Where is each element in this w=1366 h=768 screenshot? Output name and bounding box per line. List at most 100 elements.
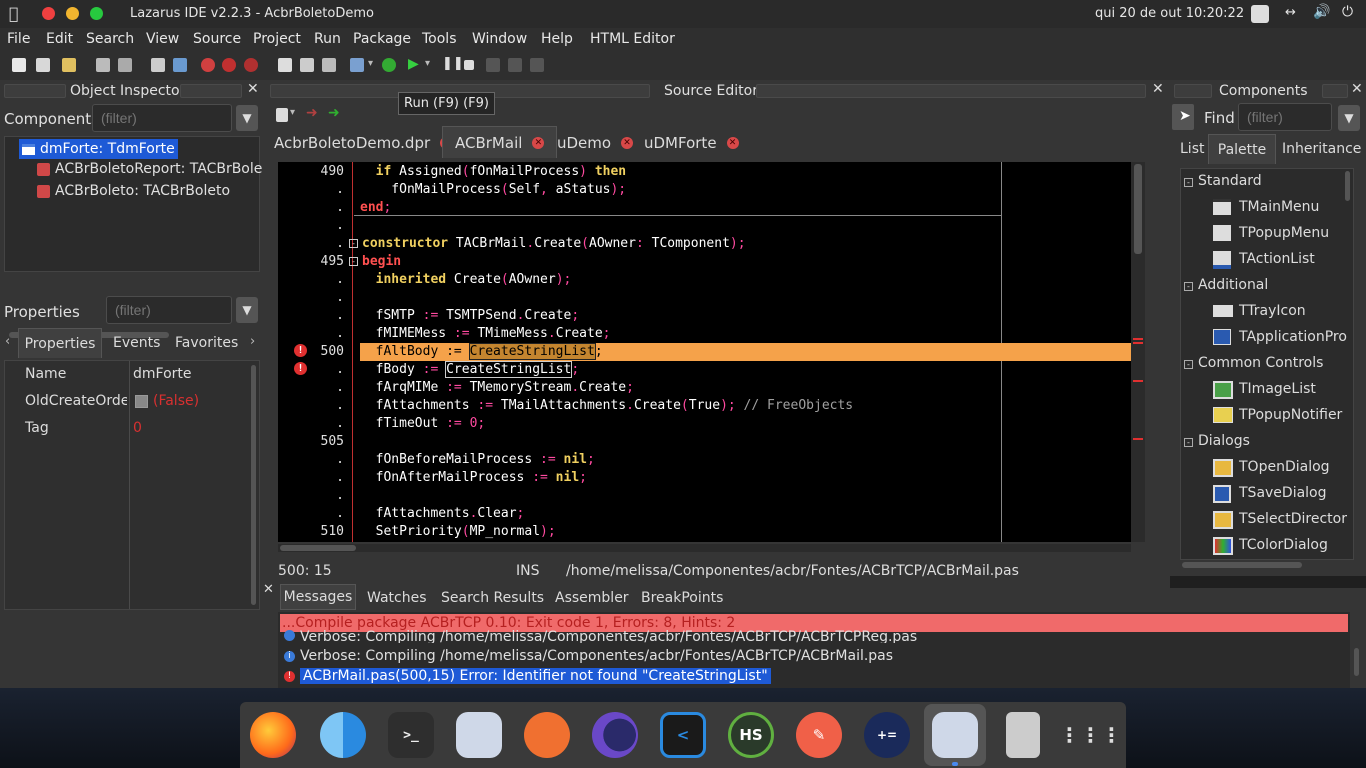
- editor-hscrollbar[interactable]: [278, 544, 1131, 552]
- terminal-icon[interactable]: >_: [388, 712, 434, 758]
- view-units-icon[interactable]: [278, 58, 292, 72]
- group-collapse-icon[interactable]: -: [1184, 178, 1193, 187]
- message-row[interactable]: i Verbose: Compiling /home/melissa/Compon…: [284, 648, 893, 664]
- minimize-window-button[interactable]: [66, 7, 79, 20]
- tab-search-results[interactable]: Search Results: [441, 590, 544, 606]
- eclipse-icon[interactable]: [592, 712, 638, 758]
- message-row[interactable]: Verbose: Compiling /home/melissa/Compone…: [284, 629, 917, 643]
- menu-html-editor[interactable]: HTML Editor: [590, 31, 675, 47]
- tab-properties[interactable]: Properties: [18, 328, 102, 358]
- firefox-icon[interactable]: [250, 712, 296, 758]
- stop-icon[interactable]: [464, 60, 474, 70]
- tab-list[interactable]: List: [1180, 141, 1204, 157]
- property-value[interactable]: (False): [153, 393, 199, 409]
- new-unit-icon[interactable]: [12, 58, 26, 72]
- save-all-icon[interactable]: [118, 58, 132, 72]
- remove-from-project-icon[interactable]: [222, 58, 236, 72]
- message-row-error[interactable]: ! ACBrMail.pas(500,15) Error: Identifier …: [284, 668, 771, 684]
- lazarus-icon[interactable]: [456, 712, 502, 758]
- fold-icon[interactable]: -: [349, 257, 358, 266]
- new-form-icon[interactable]: [36, 58, 50, 72]
- pen-icon[interactable]: ✎: [796, 712, 842, 758]
- options-icon[interactable]: [173, 58, 187, 72]
- maximize-window-button[interactable]: [90, 7, 103, 20]
- build-modes-dropdown-icon[interactable]: ▾: [368, 58, 373, 69]
- menu-run[interactable]: Run: [314, 31, 341, 47]
- lazarus-active-icon[interactable]: [932, 712, 978, 758]
- checkbox[interactable]: [135, 395, 148, 408]
- finder-icon[interactable]: [320, 712, 366, 758]
- dock-grip[interactable]: [1322, 84, 1348, 98]
- tray-app-icon[interactable]: [1251, 5, 1269, 23]
- save-icon[interactable]: [96, 58, 110, 72]
- filter-icon[interactable]: ▼: [236, 105, 258, 131]
- run-icon[interactable]: ▶: [408, 56, 419, 72]
- dock-grip[interactable]: [1174, 84, 1212, 98]
- menu-package[interactable]: Package: [353, 31, 411, 47]
- palette-item[interactable]: TTrayIcon: [1239, 303, 1306, 319]
- pause-icon[interactable]: ❚❚: [442, 56, 464, 71]
- tree-node-boleto[interactable]: ACBrBoleto: TACBrBoleto: [37, 183, 230, 199]
- palette-item[interactable]: TMainMenu: [1239, 199, 1319, 215]
- group-additional[interactable]: Additional: [1198, 277, 1268, 293]
- close-tab-icon[interactable]: ✕: [532, 136, 545, 149]
- hs-icon[interactable]: HS: [728, 712, 774, 758]
- run-dropdown-icon[interactable]: ▾: [425, 58, 430, 69]
- back-arrow-icon[interactable]: ➜: [306, 105, 318, 121]
- tab-udmforte[interactable]: uDMForte ✕: [644, 132, 739, 154]
- group-common-controls[interactable]: Common Controls: [1198, 355, 1323, 371]
- close-icon[interactable]: ✕: [263, 582, 274, 597]
- apple-icon[interactable]: : [9, 4, 19, 23]
- code-editor[interactable]: 490 if Assigned(fOnMailProcess) then . f…: [278, 162, 1131, 542]
- group-collapse-icon[interactable]: -: [1184, 282, 1193, 291]
- apps-grid-icon[interactable]: ⋮⋮⋮: [1060, 712, 1122, 758]
- palette-item[interactable]: TPopupNotifier: [1239, 407, 1342, 423]
- tabs-prev-icon[interactable]: ‹: [5, 334, 10, 349]
- inkscape-icon[interactable]: [524, 712, 570, 758]
- menu-window[interactable]: Window: [472, 31, 527, 47]
- palette-item[interactable]: TPopupMenu: [1239, 225, 1329, 241]
- build-modes-icon[interactable]: [350, 58, 364, 72]
- tab-inheritance[interactable]: Inheritance: [1282, 141, 1361, 157]
- palette-vscrollbar[interactable]: [1345, 171, 1350, 201]
- palette-item[interactable]: TOpenDialog: [1239, 459, 1330, 475]
- property-value[interactable]: dmForte: [133, 366, 192, 382]
- components-filter-input[interactable]: [92, 104, 232, 132]
- group-dialogs[interactable]: Dialogs: [1198, 433, 1250, 449]
- close-tab-icon[interactable]: ✕: [621, 137, 634, 149]
- tab-assembler[interactable]: Assembler: [555, 590, 629, 606]
- palette-item[interactable]: TApplicationPro: [1239, 329, 1347, 345]
- dock-grip[interactable]: [180, 84, 242, 98]
- palette-item[interactable]: TColorDialog: [1239, 537, 1328, 553]
- components-find-input[interactable]: [1238, 103, 1332, 131]
- properties-filter-input[interactable]: [106, 296, 232, 324]
- palette-item[interactable]: TImageList: [1239, 381, 1316, 397]
- grid-vscrollbar[interactable]: [251, 365, 256, 605]
- property-value[interactable]: 0: [133, 420, 142, 436]
- messages-vscrollbar[interactable]: [1354, 648, 1359, 676]
- trash-icon[interactable]: [1006, 712, 1040, 758]
- menu-tools[interactable]: Tools: [422, 31, 457, 47]
- messages-list[interactable]: ...Compile package ACBrTCP 0.10: Exit co…: [278, 612, 1350, 688]
- menu-source[interactable]: Source: [193, 31, 241, 47]
- menu-file[interactable]: File: [7, 31, 30, 47]
- clock[interactable]: qui 20 de out 10:20:22: [1095, 6, 1244, 21]
- tab-udemo[interactable]: uDemo ✕: [557, 132, 634, 154]
- menu-edit[interactable]: Edit: [46, 31, 73, 47]
- view-forms-icon[interactable]: [300, 58, 314, 72]
- vscode-icon[interactable]: <: [660, 712, 706, 758]
- group-collapse-icon[interactable]: -: [1184, 438, 1193, 447]
- tree-node-dmforte[interactable]: dmForte: TdmForte: [19, 139, 178, 159]
- close-window-button[interactable]: [42, 7, 55, 20]
- network-icon[interactable]: ↔: [1285, 5, 1296, 20]
- scrollbar-thumb[interactable]: [280, 545, 356, 551]
- palette-item[interactable]: TActionList: [1239, 251, 1315, 267]
- add-to-project-icon[interactable]: [201, 58, 215, 72]
- close-icon[interactable]: ✕: [247, 81, 259, 97]
- compile-icon[interactable]: [382, 58, 396, 72]
- tabs-next-icon[interactable]: ›: [250, 334, 255, 349]
- group-standard[interactable]: Standard: [1198, 173, 1262, 189]
- power-icon[interactable]: ⏻: [1342, 4, 1353, 20]
- tree-node-boletoreport[interactable]: ACBrBoletoReport: TACBrBole: [37, 161, 262, 177]
- group-collapse-icon[interactable]: -: [1184, 360, 1193, 369]
